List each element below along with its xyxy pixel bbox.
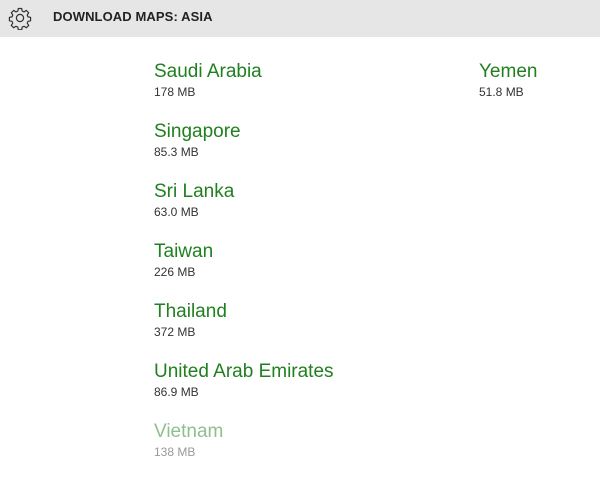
map-item-name: United Arab Emirates bbox=[154, 361, 334, 382]
map-item-yemen[interactable]: Yemen 51.8 MB bbox=[479, 59, 537, 119]
map-item-size: 372 MB bbox=[154, 325, 196, 339]
title-bar: DOWNLOAD MAPS: ASIA bbox=[0, 0, 600, 37]
map-item-taiwan[interactable]: Taiwan 226 MB bbox=[154, 239, 334, 299]
map-item-size: 86.9 MB bbox=[154, 385, 199, 399]
map-item-name: Singapore bbox=[154, 121, 241, 142]
map-item-name: Thailand bbox=[154, 301, 227, 322]
map-item-size: 178 MB bbox=[154, 85, 196, 99]
map-item-name: Saudi Arabia bbox=[154, 61, 262, 82]
gear-icon[interactable] bbox=[8, 6, 32, 31]
map-item-size: 51.8 MB bbox=[479, 85, 524, 99]
map-item-size: 138 MB bbox=[154, 445, 196, 459]
map-item-size: 85.3 MB bbox=[154, 145, 199, 159]
map-item-thailand[interactable]: Thailand 372 MB bbox=[154, 299, 334, 359]
country-column-1: Saudi Arabia 178 MB Singapore 85.3 MB Sr… bbox=[154, 59, 334, 479]
map-item-size: 226 MB bbox=[154, 265, 196, 279]
map-item-name: Vietnam bbox=[154, 421, 224, 442]
map-item-size: 63.0 MB bbox=[154, 205, 199, 219]
map-item-singapore[interactable]: Singapore 85.3 MB bbox=[154, 119, 334, 179]
map-item-united-arab-emirates[interactable]: United Arab Emirates 86.9 MB bbox=[154, 359, 334, 419]
page-title: DOWNLOAD MAPS: ASIA bbox=[53, 9, 213, 24]
country-column-2: Yemen 51.8 MB bbox=[479, 59, 537, 119]
map-item-name: Yemen bbox=[479, 61, 538, 82]
map-item-name: Sri Lanka bbox=[154, 181, 235, 202]
map-item-name: Taiwan bbox=[154, 241, 214, 262]
map-item-sri-lanka[interactable]: Sri Lanka 63.0 MB bbox=[154, 179, 334, 239]
map-item-vietnam[interactable]: Vietnam 138 MB bbox=[154, 419, 334, 479]
map-item-saudi-arabia[interactable]: Saudi Arabia 178 MB bbox=[154, 59, 334, 119]
